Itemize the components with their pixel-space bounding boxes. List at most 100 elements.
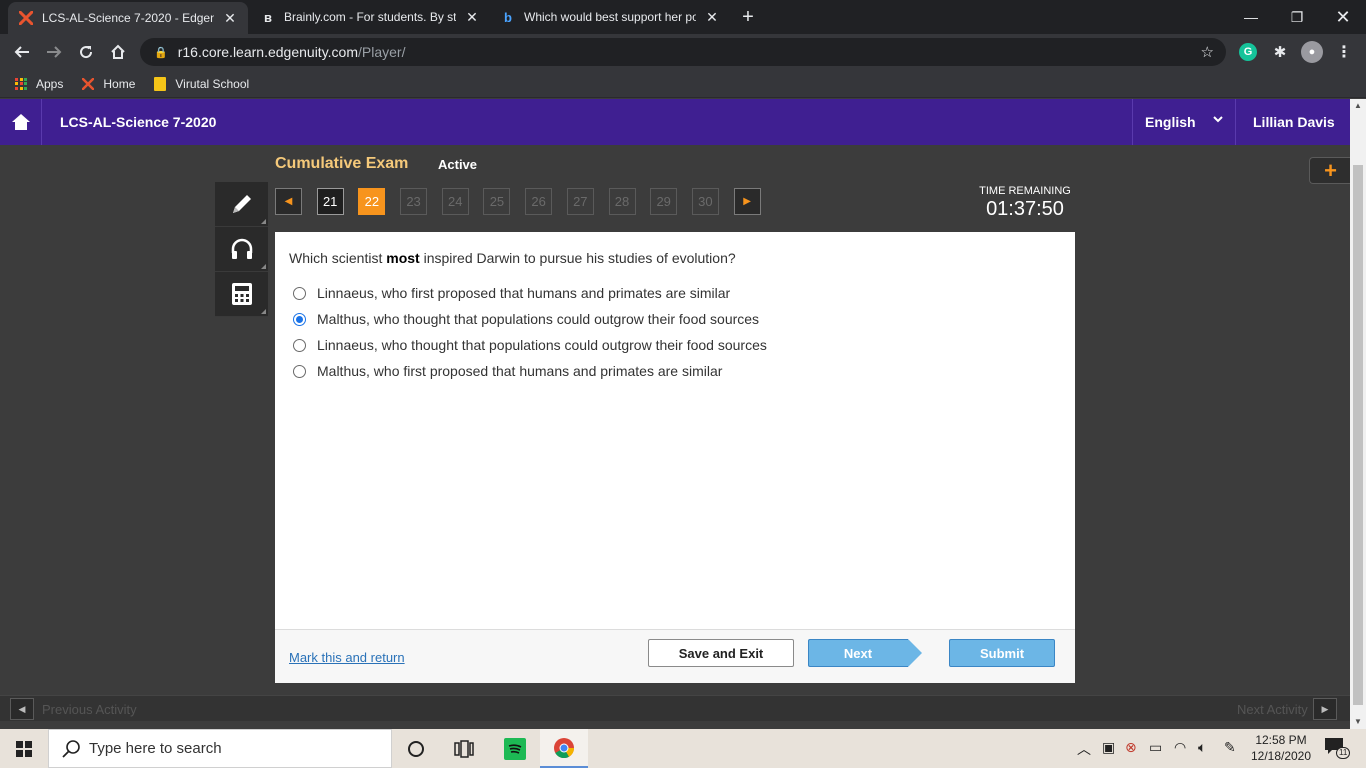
question-button-28[interactable]: 28 xyxy=(608,188,636,215)
restore-button[interactable]: ❐ xyxy=(1274,0,1320,34)
question-button-27[interactable]: 27 xyxy=(566,188,594,215)
home-button[interactable] xyxy=(106,40,130,64)
answer-option-2[interactable]: Malthus, who thought that populations co… xyxy=(293,311,759,327)
tray-chevron-up-icon[interactable]: ︿ xyxy=(1077,739,1091,759)
task-view-button[interactable] xyxy=(440,729,488,768)
edgenuity-x-icon xyxy=(81,77,95,91)
close-tab-icon[interactable]: ✕ xyxy=(222,10,238,27)
next-activity-button[interactable]: ▶ xyxy=(1313,698,1337,720)
new-tab-button[interactable]: + xyxy=(737,6,759,29)
submit-button[interactable]: Submit xyxy=(949,639,1055,667)
radio-button-selected[interactable] xyxy=(293,312,306,326)
bookmark-virtual-school[interactable]: Virutal School xyxy=(153,76,250,91)
kebab-menu-icon[interactable]: ⋮ xyxy=(1335,43,1353,61)
chevron-down-icon xyxy=(1213,114,1223,126)
url-host: r16.core.learn.edgenuity.com xyxy=(177,44,358,60)
answer-option-4[interactable]: Malthus, who first proposed that humans … xyxy=(293,363,722,379)
radio-button[interactable] xyxy=(293,286,306,300)
bookmark-star-icon[interactable]: ☆ xyxy=(1201,43,1214,61)
clock-date: 12/18/2020 xyxy=(1250,749,1312,763)
question-button-30[interactable]: 30 xyxy=(691,188,719,215)
question-prefix: Which scientist xyxy=(289,250,387,266)
previous-question-button[interactable]: ◀ xyxy=(275,188,302,215)
calculator-tool-button[interactable] xyxy=(215,272,268,317)
next-question-button[interactable]: ▶ xyxy=(733,188,761,215)
arrow-right-icon xyxy=(47,46,62,58)
previous-activity-button[interactable]: ◀ xyxy=(10,698,34,720)
question-button-29[interactable]: 29 xyxy=(650,188,678,215)
close-tab-icon[interactable]: ✕ xyxy=(464,9,480,26)
radio-button[interactable] xyxy=(293,364,306,378)
scroll-down-icon[interactable]: ▼ xyxy=(1350,715,1366,729)
timer-value: 01:37:50 xyxy=(986,198,1064,220)
tool-panel xyxy=(215,182,268,317)
minimize-button[interactable]: — xyxy=(1228,0,1274,34)
question-button-21[interactable]: 21 xyxy=(316,188,344,215)
taskbar-clock[interactable]: 12:58 PM 12/18/2020 xyxy=(1246,732,1316,764)
answer-label: Malthus, who first proposed that humans … xyxy=(317,363,723,379)
question-footer: Mark this and return Save and Exit Next … xyxy=(275,629,1075,683)
question-button-22[interactable]: 22 xyxy=(358,188,386,215)
page-scrollbar[interactable]: ▲ ▼ xyxy=(1350,99,1366,729)
back-button[interactable] xyxy=(10,40,34,64)
save-and-exit-button[interactable]: Save and Exit xyxy=(648,639,794,667)
bookmark-label: Virutal School xyxy=(175,76,250,91)
answer-option-1[interactable]: Linnaeus, who first proposed that humans… xyxy=(293,285,730,301)
question-button-24[interactable]: 24 xyxy=(441,188,469,215)
close-tab-icon[interactable]: ✕ xyxy=(704,9,720,26)
wifi-icon[interactable]: ◠ xyxy=(1174,739,1186,756)
spotify-app[interactable] xyxy=(491,729,539,768)
audio-tool-button[interactable] xyxy=(215,227,268,272)
grammarly-icon[interactable]: G xyxy=(1239,43,1257,61)
battery-icon[interactable]: ▭ xyxy=(1149,739,1162,756)
bing-icon: b xyxy=(504,9,512,25)
bookmark-apps[interactable]: Apps xyxy=(14,77,63,91)
profile-avatar[interactable]: ● xyxy=(1301,41,1323,63)
address-bar[interactable]: 🔒 r16.core.learn.edgenuity.com/Player/ ☆ xyxy=(140,38,1226,66)
pencil-tool-button[interactable] xyxy=(215,182,268,227)
notifications-button[interactable]: 11 xyxy=(1324,737,1351,759)
tab-bing[interactable]: b Which would best support her position … xyxy=(490,0,730,34)
caret-left-icon: ◀ xyxy=(284,196,293,207)
question-panel: Which scientist most inspired Darwin to … xyxy=(275,232,1075,683)
question-button-26[interactable]: 26 xyxy=(525,188,553,215)
security-alert-icon[interactable]: ⊗ xyxy=(1125,739,1137,756)
close-window-button[interactable]: ✕ xyxy=(1320,0,1366,34)
meet-now-icon[interactable]: ▣ xyxy=(1102,739,1115,756)
answer-option-3[interactable]: Linnaeus, who thought that populations c… xyxy=(293,337,767,353)
cortana-button[interactable] xyxy=(392,729,440,768)
bookmark-home[interactable]: Home xyxy=(81,77,135,91)
user-name[interactable]: Lillian Davis xyxy=(1253,114,1335,130)
question-navigator: ◀ 21 22 23 24 25 26 27 28 29 30 ▶ xyxy=(275,188,775,215)
volume-icon[interactable]: 🔈︎ xyxy=(1198,739,1206,756)
pen-icon[interactable]: ✎ xyxy=(1224,739,1236,756)
language-selector[interactable]: English xyxy=(1132,99,1236,145)
start-button[interactable] xyxy=(0,729,48,768)
chrome-app[interactable] xyxy=(540,729,588,768)
expand-plus-button[interactable]: + xyxy=(1309,157,1351,184)
caret-left-icon: ◀ xyxy=(18,703,26,714)
question-button-23[interactable]: 23 xyxy=(400,188,428,215)
search-icon xyxy=(62,739,80,758)
scroll-thumb[interactable] xyxy=(1353,165,1363,705)
reload-icon xyxy=(80,46,93,59)
mark-and-return-link[interactable]: Mark this and return xyxy=(289,650,405,665)
question-button-25[interactable]: 25 xyxy=(483,188,511,215)
reload-button[interactable] xyxy=(74,40,98,64)
extensions-puzzle-icon[interactable]: ✱ xyxy=(1271,43,1289,61)
scroll-up-icon[interactable]: ▲ xyxy=(1350,99,1366,113)
caret-right-icon: ▶ xyxy=(1321,703,1329,714)
cortana-circle-icon xyxy=(408,740,424,757)
taskbar-search[interactable]: Type here to search xyxy=(48,729,392,768)
radio-button[interactable] xyxy=(293,338,306,352)
next-arrow-tip xyxy=(908,639,922,667)
tab-edgenuity[interactable]: LCS-AL-Science 7-2020 - Edgenuity ✕ xyxy=(8,2,248,34)
next-button[interactable]: Next xyxy=(808,639,922,667)
forward-button[interactable] xyxy=(42,40,66,64)
next-label: Next xyxy=(843,645,873,661)
edgenuity-player: LCS-AL-Science 7-2020 English Lillian Da… xyxy=(0,99,1351,729)
exam-status: Active xyxy=(438,157,478,172)
tab-brainly[interactable]: ʙ Brainly.com - For students. By student… xyxy=(250,0,490,34)
bookmark-label: Home xyxy=(103,76,136,91)
course-home-button[interactable] xyxy=(0,99,42,145)
